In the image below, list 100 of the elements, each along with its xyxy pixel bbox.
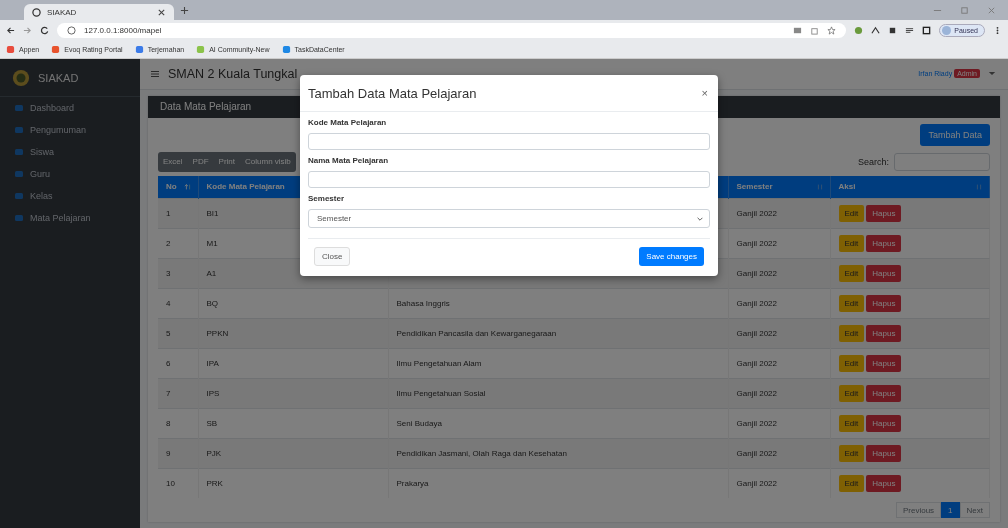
table-cell: 6 bbox=[166, 358, 171, 368]
new-tab-icon[interactable] bbox=[180, 5, 189, 15]
pagination-button[interactable]: Next bbox=[959, 502, 990, 518]
nav-icon bbox=[14, 169, 24, 179]
edit-button[interactable]: Edit bbox=[838, 205, 865, 222]
close-window-icon[interactable] bbox=[987, 5, 996, 15]
delete-button[interactable]: Hapus bbox=[866, 265, 902, 282]
table-cell: PRK bbox=[206, 478, 223, 488]
sidebar-item[interactable]: Siswa bbox=[0, 141, 140, 163]
pagination-button[interactable]: Previous bbox=[895, 502, 942, 518]
delete-button[interactable]: Hapus bbox=[866, 205, 902, 222]
caret-icon[interactable] bbox=[988, 71, 996, 77]
input-field[interactable] bbox=[308, 133, 710, 150]
school-name: SMAN 2 Kuala Tungkal bbox=[168, 66, 298, 81]
edit-button[interactable]: Edit bbox=[838, 355, 865, 372]
table-cell: SB bbox=[206, 418, 218, 428]
site-icon bbox=[6, 44, 15, 54]
table-cell: 2 bbox=[166, 238, 171, 248]
brand-name: SIAKAD bbox=[38, 71, 79, 84]
reload-icon[interactable] bbox=[40, 25, 49, 35]
sidebar-item[interactable]: Dashboard bbox=[0, 97, 140, 119]
table-cell: 5 bbox=[166, 328, 171, 338]
edit-button[interactable]: Edit bbox=[838, 325, 865, 342]
close-dialog-button[interactable]: Close bbox=[314, 247, 351, 266]
delete-button[interactable]: Hapus bbox=[866, 385, 902, 402]
school-logo-icon bbox=[12, 68, 30, 87]
table-cell: Seni Budaya bbox=[396, 418, 442, 428]
menu-icon[interactable] bbox=[150, 68, 160, 79]
delete-button[interactable]: Hapus bbox=[866, 445, 902, 462]
field-label: Kode Mata Pelajaran bbox=[308, 118, 388, 127]
table-cell: Ganjil 2022 bbox=[736, 448, 777, 458]
delete-button[interactable]: Hapus bbox=[866, 415, 902, 432]
table-cell: 3 bbox=[166, 268, 171, 278]
table-cell: Ganjil 2022 bbox=[736, 418, 777, 428]
delete-button[interactable]: Hapus bbox=[866, 325, 902, 342]
table-cell: PPKN bbox=[206, 328, 229, 338]
table-cell: IPA bbox=[206, 358, 219, 368]
table-cell: 9 bbox=[166, 448, 171, 458]
translate-icon[interactable] bbox=[793, 25, 803, 35]
address-bar[interactable]: 127.0.0.1:8000/mapel bbox=[57, 22, 847, 38]
table-cell: Bahasa Inggris bbox=[396, 298, 450, 308]
table-cell: 1 bbox=[166, 208, 171, 218]
table-cell: BQ bbox=[206, 298, 219, 308]
table-cell: Ilmu Pengetahuan Alam bbox=[396, 358, 482, 368]
select-field[interactable]: Semester bbox=[308, 209, 710, 228]
edit-button[interactable]: Edit bbox=[838, 295, 865, 312]
side-panel-icon[interactable] bbox=[922, 25, 932, 35]
table-cell: Pendidikan Jasmani, Olah Raga dan Kesehatan bbox=[396, 448, 567, 458]
search-label: Search: bbox=[857, 156, 889, 167]
delete-button[interactable]: Hapus bbox=[866, 355, 902, 372]
nav-icon bbox=[14, 103, 24, 113]
table-cell: PJK bbox=[206, 448, 222, 458]
input-field[interactable] bbox=[308, 171, 710, 188]
browser-tab[interactable]: SIAKAD bbox=[24, 4, 174, 20]
table-cell: Ganjil 2022 bbox=[736, 208, 777, 218]
info-icon bbox=[67, 25, 76, 35]
table-cell: 10 bbox=[166, 478, 175, 488]
table-cell: Ganjil 2022 bbox=[736, 238, 777, 248]
share-icon[interactable] bbox=[810, 25, 820, 35]
table-cell: Ganjil 2022 bbox=[736, 298, 777, 308]
edit-button[interactable]: Edit bbox=[838, 265, 865, 282]
reading-list-icon[interactable] bbox=[905, 25, 915, 35]
table-cell: Ganjil 2022 bbox=[736, 268, 777, 278]
sidebar-item[interactable]: Pengumuman bbox=[0, 119, 140, 141]
delete-button[interactable]: Hapus bbox=[866, 295, 902, 312]
edit-button[interactable]: Edit bbox=[838, 415, 865, 432]
sidebar-item[interactable]: Kelas bbox=[0, 185, 140, 207]
column-header[interactable]: Semester bbox=[728, 175, 830, 198]
avatar-icon bbox=[942, 25, 952, 35]
edit-button[interactable]: Edit bbox=[838, 445, 865, 462]
edit-button[interactable]: Edit bbox=[838, 475, 865, 492]
sidebar-item[interactable]: Mata Pelajaran bbox=[0, 207, 140, 229]
add-data-button[interactable]: Tambah Data bbox=[920, 123, 990, 146]
table-cell: Pendidikan Pancasila dan Kewarganegaraan bbox=[396, 328, 557, 338]
forward-icon[interactable] bbox=[23, 25, 32, 35]
table-cell: Ilmu Pengetahuan Sosial bbox=[396, 388, 486, 398]
edit-button[interactable]: Edit bbox=[838, 235, 865, 252]
table-cell: A1 bbox=[206, 268, 217, 278]
table-cell: 8 bbox=[166, 418, 171, 428]
table-cell: Ganjil 2022 bbox=[736, 478, 777, 488]
table-cell: IPS bbox=[206, 388, 220, 398]
table-cell: BI1 bbox=[206, 208, 219, 218]
pagination-button[interactable]: 1 bbox=[941, 502, 960, 518]
nav-icon bbox=[14, 213, 24, 223]
edit-button[interactable]: Edit bbox=[838, 385, 865, 402]
site-icon bbox=[134, 44, 144, 54]
save-button[interactable]: Save changes bbox=[639, 247, 704, 266]
column-header[interactable]: Aksi bbox=[830, 175, 990, 198]
close-icon[interactable] bbox=[157, 7, 166, 17]
delete-button[interactable]: Hapus bbox=[866, 235, 902, 252]
star-icon[interactable] bbox=[827, 25, 837, 35]
url-text: 127.0.0.1:8000/mapel bbox=[84, 25, 162, 35]
column-header[interactable]: No bbox=[158, 175, 198, 198]
search-field[interactable] bbox=[894, 152, 990, 171]
nav-icon bbox=[14, 191, 24, 201]
table-cell: Ganjil 2022 bbox=[736, 328, 777, 338]
back-icon[interactable] bbox=[6, 25, 15, 35]
table-cell: 4 bbox=[166, 298, 171, 308]
delete-button[interactable]: Hapus bbox=[866, 475, 902, 492]
table-cell: Ganjil 2022 bbox=[736, 388, 777, 398]
